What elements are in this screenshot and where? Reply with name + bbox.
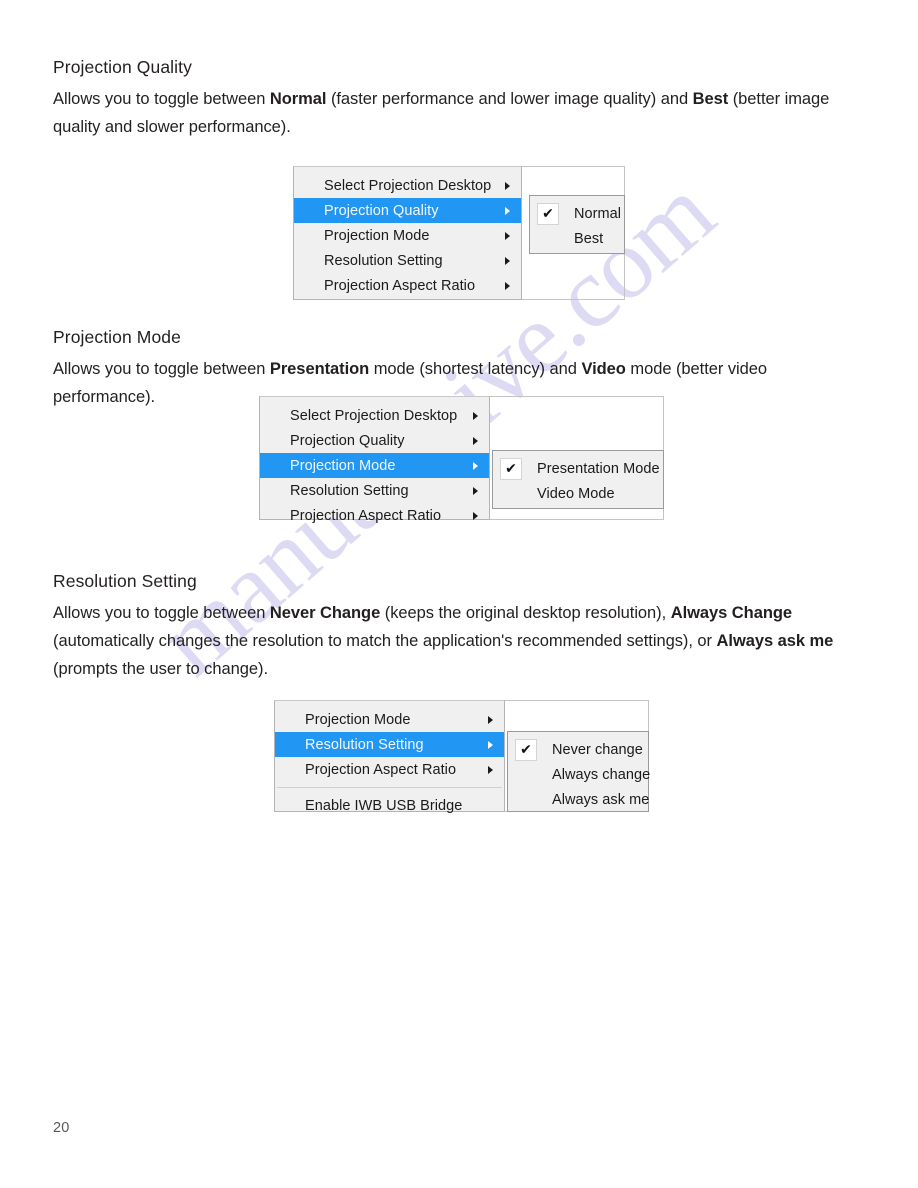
submenu-arrow-icon xyxy=(473,411,478,420)
document-page: Projection Quality Allows you to toggle … xyxy=(0,0,918,1188)
submenu-arrow-icon xyxy=(473,486,478,495)
menu-item[interactable]: Resolution Setting xyxy=(260,478,489,503)
submenu-item-checked[interactable]: ✔ Normal xyxy=(530,201,624,226)
section-heading: Projection Quality xyxy=(53,57,192,77)
submenu-arrow-icon xyxy=(473,511,478,520)
menu-item[interactable]: Projection Quality xyxy=(260,428,489,453)
menu-screenshot-projection-quality: Select Projection Desktop Projection Qua… xyxy=(293,166,625,300)
menu-separator xyxy=(277,787,502,788)
menu-item[interactable]: Select Projection Desktop xyxy=(260,403,489,428)
submenu-item-label: Normal xyxy=(574,205,622,222)
submenu-arrow-icon xyxy=(505,181,510,190)
menu-item-selected[interactable]: Projection Quality xyxy=(294,198,521,223)
submenu-item-label: Always change xyxy=(552,766,651,783)
submenu-item-label: Always ask me xyxy=(552,791,650,808)
submenu-item[interactable]: Video Mode xyxy=(493,481,663,506)
check-icon: ✔ xyxy=(520,741,532,758)
submenu-item[interactable]: Best xyxy=(530,226,624,251)
menu-item[interactable]: Enable IWB USB Bridge xyxy=(275,793,504,818)
submenu-arrow-icon xyxy=(505,231,510,240)
section-heading: Projection Mode xyxy=(53,327,181,347)
menu-item[interactable]: Projection Aspect Ratio xyxy=(260,503,489,528)
menu-item[interactable]: Projection Mode xyxy=(294,223,521,248)
menu-item-label: Projection Quality xyxy=(324,202,439,219)
check-icon: ✔ xyxy=(505,460,517,477)
menu-item[interactable]: Select Projection Desktop xyxy=(294,173,521,198)
submenu-item-checked[interactable]: ✔ Presentation Mode xyxy=(493,456,663,481)
submenu-arrow-icon xyxy=(505,206,510,215)
submenu-arrow-icon xyxy=(488,715,493,724)
menu-padding-bottom xyxy=(275,818,504,824)
submenu-arrow-icon xyxy=(488,765,493,774)
menu-item-label: Projection Mode xyxy=(324,227,430,244)
submenu-item-label: Video Mode xyxy=(537,485,615,502)
submenu-padding-bottom xyxy=(508,812,648,817)
submenu-arrow-icon xyxy=(505,281,510,290)
submenu-item-checked[interactable]: ✔ Never change xyxy=(508,737,648,762)
menu-item-selected[interactable]: Resolution Setting xyxy=(275,732,504,757)
section-heading: Resolution Setting xyxy=(53,571,197,591)
menu-item[interactable]: Resolution Setting xyxy=(294,248,521,273)
menu-item[interactable]: Projection Aspect Ratio xyxy=(275,757,504,782)
menu-item-label: Resolution Setting xyxy=(290,482,409,499)
submenu-arrow-icon xyxy=(473,436,478,445)
section-body: Allows you to toggle between Never Chang… xyxy=(53,604,834,678)
menu-item-label: Projection Aspect Ratio xyxy=(305,761,457,778)
submenu-item-label: Best xyxy=(574,230,604,247)
submenu-projection-quality[interactable]: ✔ Normal Best xyxy=(529,195,625,254)
menu-item[interactable]: Projection Mode xyxy=(275,707,504,732)
section-body: Allows you to toggle between Normal (fas… xyxy=(53,90,830,136)
menu-item-label: Projection Mode xyxy=(305,711,411,728)
menu-item-label: Resolution Setting xyxy=(305,736,424,753)
submenu-item-label: Never change xyxy=(552,741,643,758)
menu-item-label: Projection Aspect Ratio xyxy=(324,277,476,294)
submenu-arrow-icon xyxy=(505,256,510,265)
menu-item[interactable]: Projection Aspect Ratio xyxy=(294,273,521,298)
menu-screenshot-projection-mode: Select Projection Desktop Projection Qua… xyxy=(259,396,664,524)
menu-root-projection-mode[interactable]: Select Projection Desktop Projection Qua… xyxy=(259,396,490,524)
submenu-arrow-icon xyxy=(473,461,478,470)
menu-item-label: Resolution Setting xyxy=(324,252,443,269)
menu-padding-bottom xyxy=(260,528,489,534)
menu-root-projection-quality[interactable]: Select Projection Desktop Projection Qua… xyxy=(293,166,522,300)
section-resolution-setting: Resolution Setting Allows you to toggle … xyxy=(53,570,843,683)
menu-item-label: Projection Mode xyxy=(290,457,396,474)
menu-item-label: Projection Quality xyxy=(290,432,405,449)
menu-item-label: Select Projection Desktop xyxy=(324,177,492,194)
page-number: 20 xyxy=(53,1120,70,1136)
submenu-arrow-icon xyxy=(488,740,493,749)
menu-item-selected[interactable]: Projection Mode xyxy=(260,453,489,478)
submenu-projection-mode[interactable]: ✔ Presentation Mode Video Mode xyxy=(492,450,664,509)
submenu-item-label: Presentation Mode xyxy=(537,460,660,477)
submenu-padding-bottom xyxy=(530,251,624,256)
submenu-resolution-setting[interactable]: ✔ Never change Always change Always ask … xyxy=(507,731,651,812)
submenu-item[interactable]: Always change xyxy=(508,762,651,787)
section-projection-quality: Projection Quality Allows you to toggle … xyxy=(53,56,843,141)
menu-item-label: Enable IWB USB Bridge xyxy=(305,797,463,814)
menu-root-resolution-setting[interactable]: Projection Mode Resolution Setting Proje… xyxy=(274,700,505,814)
menu-item-label: Projection Aspect Ratio xyxy=(290,507,442,524)
menu-screenshot-resolution-setting: Projection Mode Resolution Setting Proje… xyxy=(274,700,651,814)
submenu-item[interactable]: Always ask me xyxy=(508,787,650,812)
check-icon: ✔ xyxy=(542,205,554,222)
menu-item-label: Select Projection Desktop xyxy=(290,407,458,424)
menu-padding-bottom xyxy=(294,298,521,304)
submenu-padding-bottom xyxy=(493,506,663,511)
